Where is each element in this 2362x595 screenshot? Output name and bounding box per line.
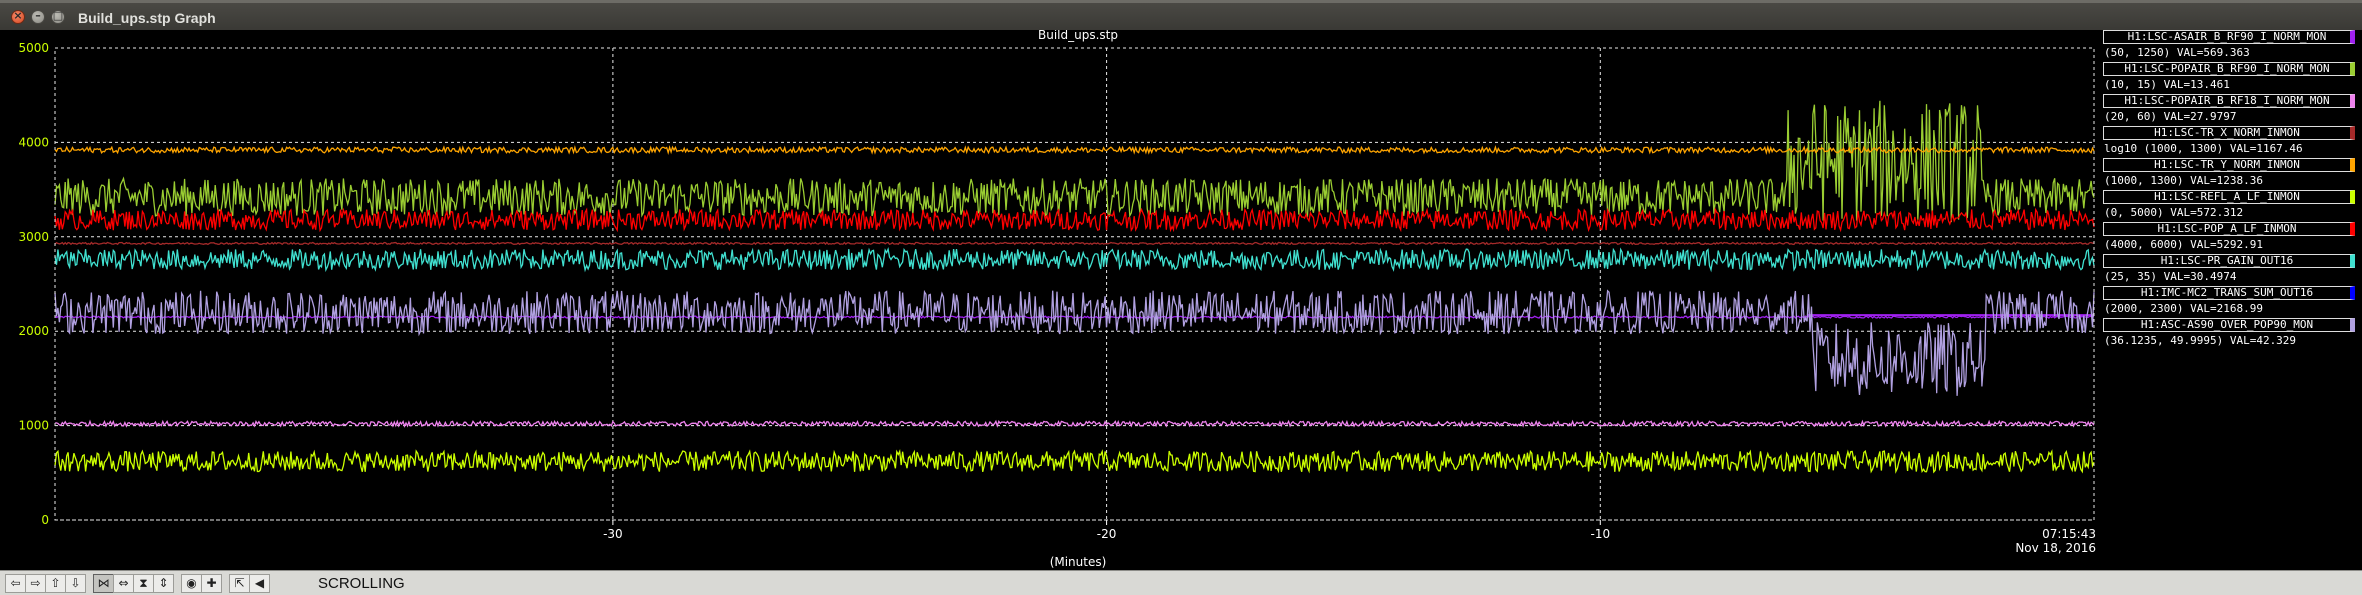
- close-icon: ×: [13, 9, 23, 22]
- maximize-button[interactable]: □: [51, 9, 65, 24]
- scroll-up-button[interactable]: ⇧: [45, 574, 66, 593]
- x-tick-label: -20: [1097, 527, 1117, 541]
- legend-series-range: (2000, 2300) VAL=2168.99: [2104, 302, 2263, 315]
- time-label: 07:15:43: [2042, 527, 2096, 541]
- close-button[interactable]: ×: [11, 9, 25, 24]
- legend-series-name[interactable]: H1:LSC-POPAIR_B_RF18_I_NORM_MON: [2103, 94, 2355, 108]
- zoom-x-button[interactable]: ⋈: [93, 574, 114, 593]
- x-tick-label: -10: [1590, 527, 1610, 541]
- plot-background: [0, 30, 2100, 570]
- legend-series-range: (50, 1250) VAL=569.363: [2104, 46, 2250, 59]
- x-axis-label: (Minutes): [1050, 555, 1107, 569]
- crosshair-icon: ◉: [186, 576, 197, 590]
- scroll-down-button[interactable]: ⇩: [65, 574, 86, 593]
- legend-series-range: (1000, 1300) VAL=1238.36: [2104, 174, 2263, 187]
- legend-series-name[interactable]: H1:ASC-AS90_OVER_POP90_MON: [2103, 318, 2355, 332]
- minimize-icon: –: [35, 9, 41, 22]
- legend-series-range: log10 (1000, 1300) VAL=1167.46: [2104, 142, 2303, 155]
- y-tick-label: 4000: [18, 135, 49, 149]
- autoscale-icon: ⇱: [234, 576, 245, 590]
- zoom-x-icon: ⋈: [97, 576, 110, 590]
- legend-series-name[interactable]: H1:LSC-POP_A_LF_INMON: [2103, 222, 2355, 236]
- plot-area[interactable]: 0 1000 2000 3000 4000 5000 -30 -20 -10 Build_ups…: [0, 30, 2100, 570]
- legend-series-name[interactable]: H1:LSC-TR_Y_NORM_INMON: [2103, 158, 2355, 172]
- legend-series-name[interactable]: H1:LSC-REFL_A_LF_INMON: [2103, 190, 2355, 204]
- window-titlebar[interactable]: × – □ Build_ups.stp Graph: [0, 3, 2362, 30]
- y-tick-label: 0: [41, 513, 49, 527]
- scroll-left-button[interactable]: ⇦: [5, 574, 26, 593]
- legend-series-range: (36.1235, 49.9995) VAL=42.329: [2104, 334, 2297, 347]
- y-tick-label: 1000: [18, 419, 49, 433]
- zoom-x-in-button[interactable]: ⇔: [113, 574, 134, 593]
- maximize-icon: □: [52, 9, 64, 22]
- scroll-left-icon: ⇦: [10, 576, 21, 590]
- zoom-y-icon: ⧗: [139, 576, 148, 590]
- zoom-y-button[interactable]: ⧗: [133, 574, 154, 593]
- chart-title: Build_ups.stp: [1038, 30, 1118, 42]
- autoscale-button[interactable]: ⇱: [229, 574, 250, 593]
- mode-toggle-icon: ◀: [254, 576, 265, 590]
- mode-label: SCROLLING: [318, 575, 405, 592]
- scroll-right-icon: ⇨: [30, 576, 41, 590]
- zoom-y-in-button[interactable]: ⇕: [153, 574, 174, 593]
- mode-toggle-button[interactable]: ◀: [249, 574, 270, 593]
- add-point-button[interactable]: ✚: [201, 574, 222, 593]
- legend-series-name[interactable]: H1:LSC-ASAIR_B_RF90_I_NORM_MON: [2103, 30, 2355, 44]
- add-point-icon: ✚: [206, 576, 217, 590]
- legend-series-range: (25, 35) VAL=30.4974: [2104, 270, 2237, 283]
- y-tick-label: 2000: [18, 324, 49, 338]
- legend-series-name[interactable]: H1:IMC-MC2_TRANS_SUM_OUT16: [2103, 286, 2355, 300]
- scroll-down-icon: ⇩: [70, 576, 81, 590]
- legend-series-name[interactable]: H1:LSC-PR_GAIN_OUT16: [2103, 254, 2355, 268]
- legend-series-name[interactable]: H1:LSC-POPAIR_B_RF90_I_NORM_MON: [2103, 62, 2355, 76]
- legend-series-range: (0, 5000) VAL=572.312: [2104, 206, 2244, 219]
- legend-series-range: (20, 60) VAL=27.9797: [2104, 110, 2237, 123]
- zoom-x-in-icon: ⇔: [118, 576, 129, 590]
- y-tick-label: 3000: [18, 230, 49, 244]
- date-label: Nov 18, 2016: [2015, 541, 2096, 555]
- minimize-button[interactable]: –: [31, 9, 45, 24]
- window-title: Build_ups.stp Graph: [78, 10, 216, 26]
- legend-series-range: (10, 15) VAL=13.461: [2104, 78, 2230, 91]
- crosshair-button[interactable]: ◉: [181, 574, 202, 593]
- y-tick-label: 5000: [18, 41, 49, 55]
- zoom-y-in-icon: ⇕: [158, 576, 169, 590]
- legend-series-name[interactable]: H1:LSC-TR_X_NORM_INMON: [2103, 126, 2355, 140]
- legend-series-range: (4000, 6000) VAL=5292.91: [2104, 238, 2263, 251]
- scroll-right-button[interactable]: ⇨: [25, 574, 46, 593]
- legend-panel: H1:LSC-ASAIR_B_RF90_I_NORM_MON (50, 1250)…: [2100, 30, 2362, 570]
- scroll-up-icon: ⇧: [50, 576, 61, 590]
- x-tick-label: -30: [603, 527, 623, 541]
- toolbar: ⇦ ⇨ ⇧ ⇩ ⋈ ⇔ ⧗ ⇕ ◉ ✚ ⇱ ◀ SCROLLING: [0, 570, 2362, 595]
